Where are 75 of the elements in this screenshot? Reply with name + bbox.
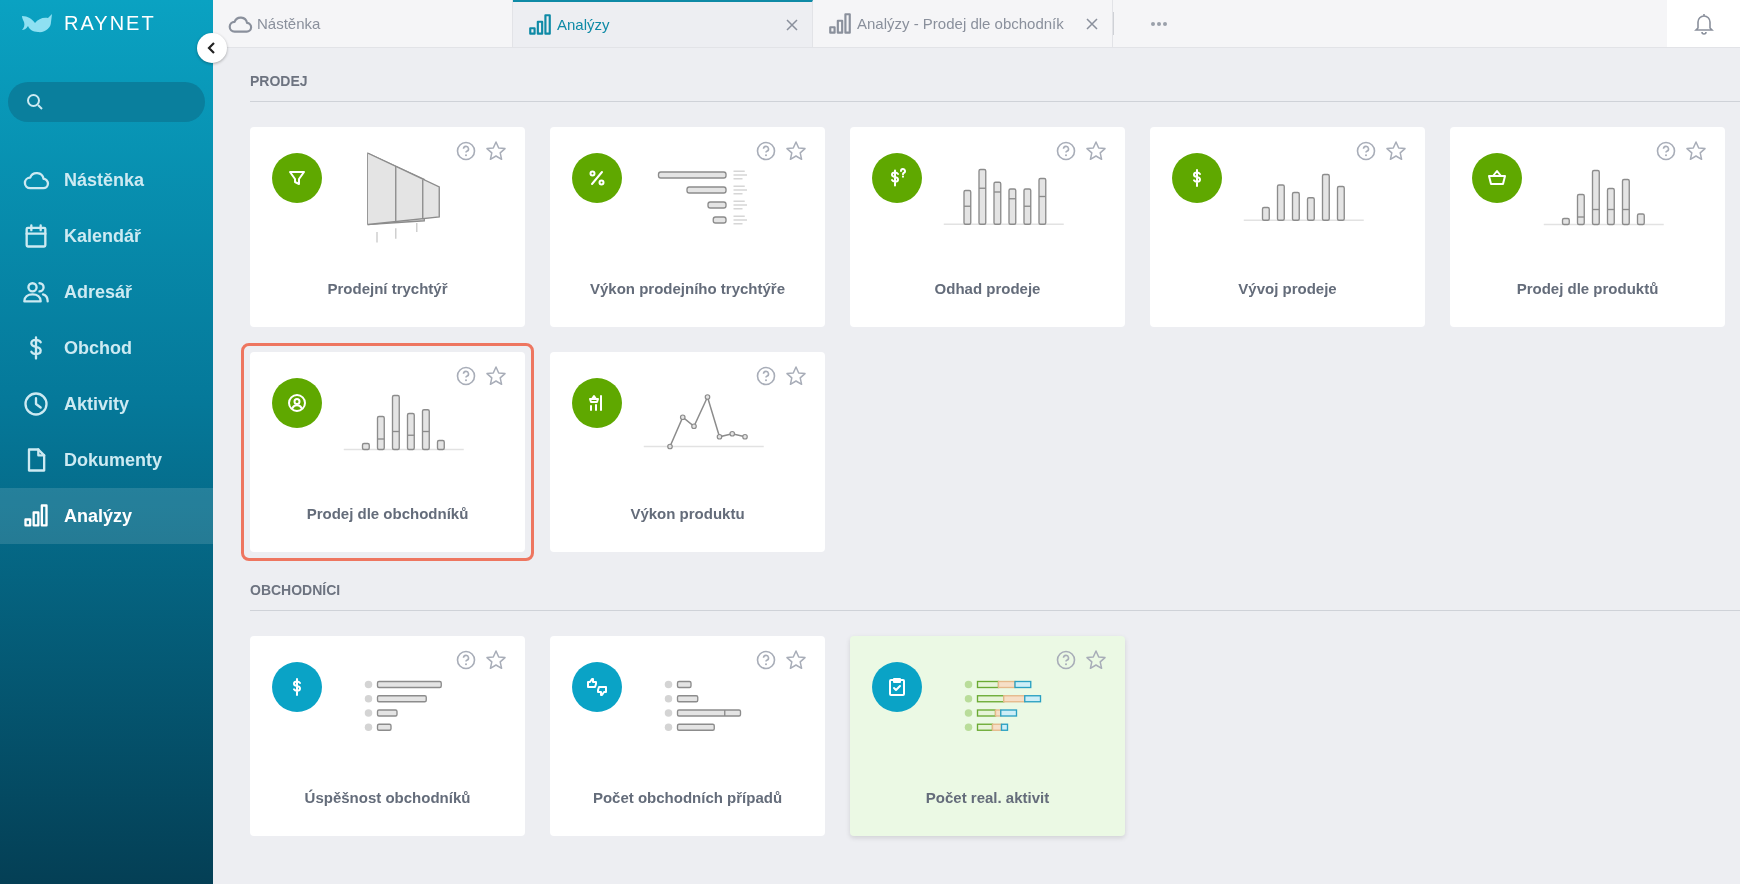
- card-title: Počet real. aktivit: [925, 789, 1050, 806]
- card-title: Výkon prodejního trychtýře: [589, 280, 785, 297]
- tab[interactable]: Analýzy: [513, 0, 813, 47]
- help-icon[interactable]: [1056, 650, 1076, 670]
- thumbs-up-down-icon: [585, 675, 609, 699]
- star-icon[interactable]: [785, 649, 807, 671]
- card-title: Prodej dle obchodníků: [306, 505, 469, 522]
- card-title: Prodejní trychtýř: [327, 280, 448, 297]
- more-icon: [1150, 20, 1168, 27]
- close-icon: [786, 18, 798, 31]
- help-icon[interactable]: [756, 366, 776, 386]
- help-icon[interactable]: [1356, 141, 1376, 161]
- chart-point: [690, 423, 697, 430]
- close-tab-button[interactable]: [1084, 17, 1100, 30]
- report-card[interactable]: Prodej dle produktů: [1450, 127, 1725, 327]
- card-title: Odhad prodeje: [934, 280, 1041, 297]
- report-card[interactable]: Počet obchodních případů: [550, 636, 825, 836]
- chart-point: [716, 434, 723, 440]
- help-icon[interactable]: [1656, 141, 1676, 161]
- collapse-sidebar-button[interactable]: [197, 33, 227, 63]
- bar-chart-icon: [527, 11, 553, 38]
- clock-icon: [22, 390, 50, 418]
- card-title: Prodej dle produktů: [1516, 280, 1659, 297]
- user-circle-icon: [285, 391, 309, 415]
- star-icon[interactable]: [785, 365, 807, 387]
- chart-point: [679, 414, 686, 421]
- card-title: Vývoj prodeje: [1238, 280, 1337, 297]
- star-icon[interactable]: [485, 140, 507, 162]
- help-icon[interactable]: [456, 366, 476, 386]
- star-icon[interactable]: [485, 365, 507, 387]
- report-card[interactable]: Vývoj prodeje: [1150, 127, 1425, 327]
- star-icon[interactable]: [485, 649, 507, 671]
- bar-chart-icon: [22, 502, 50, 530]
- report-card[interactable]: Počet real. aktivit: [850, 636, 1125, 836]
- star-icon[interactable]: [1085, 649, 1107, 671]
- nav-item[interactable]: Dokumenty: [0, 432, 213, 488]
- notifications-button[interactable]: [1667, 0, 1740, 47]
- nav-item[interactable]: Adresář: [0, 264, 213, 320]
- report-card[interactable]: Výkon produktu: [550, 352, 825, 552]
- star-icon[interactable]: [1385, 140, 1407, 162]
- section-heading: OBCHODNÍCI: [250, 582, 1740, 611]
- card-title: Výkon produktu: [630, 505, 745, 522]
- card-title: Úspěšnost obchodníků: [304, 789, 471, 806]
- report-card[interactable]: Prodej dle obchodníků: [250, 352, 525, 552]
- report-card[interactable]: Prodejní trychtýř: [250, 127, 525, 327]
- nav-item[interactable]: Nástěnka: [0, 152, 213, 208]
- nav-item[interactable]: Obchod: [0, 320, 213, 376]
- chart-point: [741, 434, 748, 440]
- star-icon[interactable]: [785, 140, 807, 162]
- chart-point: [666, 443, 673, 450]
- star-icon[interactable]: [1085, 140, 1107, 162]
- search-field[interactable]: [8, 82, 205, 122]
- close-icon: [1086, 17, 1098, 30]
- report-card[interactable]: Úspěšnost obchodníků: [250, 636, 525, 836]
- close-tab-button[interactable]: [784, 18, 800, 31]
- report-card[interactable]: Výkon prodejního trychtýře: [550, 127, 825, 327]
- tab[interactable]: Analýzy - Prodej dle obchodník: [813, 0, 1113, 47]
- star-icon[interactable]: [1685, 140, 1707, 162]
- help-icon[interactable]: [756, 141, 776, 161]
- chart-point: [729, 431, 735, 437]
- search-icon: [26, 93, 44, 111]
- chart-point: [704, 394, 711, 401]
- section-heading: PRODEJ: [250, 73, 1740, 102]
- help-icon[interactable]: [756, 650, 776, 670]
- report-card[interactable]: Odhad prodeje: [850, 127, 1125, 327]
- card-title: Počet obchodních případů: [592, 789, 783, 806]
- help-icon[interactable]: [456, 650, 476, 670]
- logo-text: RAYNET: [64, 12, 156, 35]
- nav-item[interactable]: Kalendář: [0, 208, 213, 264]
- bar-chart-icon: [827, 10, 853, 37]
- bell-icon: [1693, 12, 1714, 35]
- help-icon[interactable]: [456, 141, 476, 161]
- help-icon[interactable]: [1056, 141, 1076, 161]
- nav-item[interactable]: Aktivity: [0, 376, 213, 432]
- nav-item[interactable]: Analýzy: [0, 488, 213, 544]
